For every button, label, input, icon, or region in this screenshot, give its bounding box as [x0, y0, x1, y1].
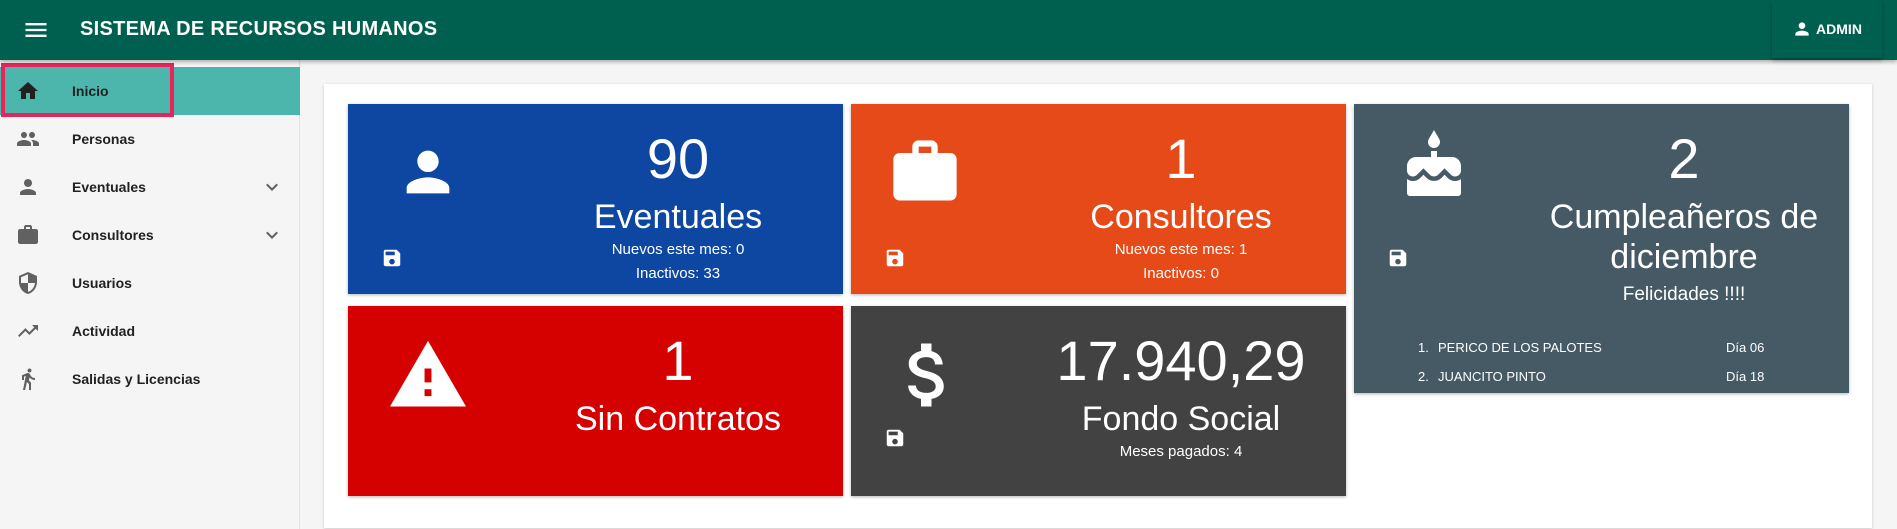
no-contracts-count: 1	[662, 329, 694, 392]
sidebar-item-salidas-licencias[interactable]: Salidas y Licencias	[0, 355, 300, 403]
consultores-inactive-count: Inactivos: 0	[1143, 265, 1219, 282]
sidebar-item-usuarios[interactable]: Usuarios	[0, 259, 300, 307]
cake-icon	[1407, 130, 1461, 196]
birthdays-count: 2	[1668, 127, 1700, 190]
save-icon[interactable]	[1387, 247, 1409, 269]
sidebar-item-actividad[interactable]: Actividad	[0, 307, 300, 355]
birthdays-tile[interactable]: 2 Cumpleañeros de diciembre Felicidades …	[1354, 104, 1849, 393]
consultores-new-count: Nuevos este mes: 1	[1114, 241, 1248, 258]
sidebar-item-label: Consultores	[72, 227, 154, 243]
sidebar-item-label: Usuarios	[72, 275, 132, 291]
chevron-down-icon[interactable]	[260, 223, 284, 247]
account-icon	[1795, 22, 1809, 36]
eventuales-label: Eventuales	[593, 198, 763, 236]
warning-icon	[390, 340, 466, 407]
people-icon	[17, 132, 39, 146]
save-icon[interactable]	[381, 247, 403, 269]
no-contracts-label: Sin Contratos	[575, 400, 781, 438]
sidebar-item-inicio[interactable]: Inicio	[0, 67, 300, 115]
eventuales-new-count: Nuevos este mes: 0	[611, 241, 745, 258]
shield-icon	[19, 272, 37, 294]
walking-icon	[22, 368, 35, 390]
birthdays-label-line2: diciembre	[1610, 238, 1758, 276]
trending-up-icon	[18, 325, 38, 337]
eventuales-tile[interactable]: 90 Eventuales Nuevos este mes: 0 Inactiv…	[348, 104, 843, 294]
birthdays-label-line1: Cumpleañeros de	[1549, 198, 1819, 236]
admin-user-button[interactable]: ADMIN	[1772, 0, 1882, 58]
social-fund-label: Fondo Social	[1081, 400, 1281, 438]
eventuales-inactive-count: Inactivos: 33	[635, 265, 721, 282]
birthday-list-name: PERICO DE LOS PALOTES	[1438, 340, 1602, 355]
no-contracts-tile[interactable]: 1 Sin Contratos	[348, 306, 843, 496]
sidebar-item-label: Actividad	[72, 323, 136, 339]
eventuales-count: 90	[646, 127, 710, 190]
menu-icon[interactable]	[20, 16, 52, 44]
sidebar-item-personas[interactable]: Personas	[0, 115, 300, 163]
birthdays-greeting: Felicidades !!!!	[1622, 284, 1746, 305]
social-fund-amount: 17.940,29	[1056, 329, 1306, 392]
briefcase-icon	[18, 225, 38, 244]
social-fund-tile[interactable]: 17.940,29 Fondo Social Meses pagados: 4	[851, 306, 1346, 496]
consultores-count: 1	[1165, 127, 1197, 190]
chevron-down-icon[interactable]	[260, 175, 284, 199]
sidebar-item-label: Eventuales	[72, 179, 146, 195]
dollar-icon	[908, 343, 944, 407]
social-fund-months-paid: Meses pagados: 4	[1119, 443, 1243, 460]
consultores-tile[interactable]: 1 Consultores Nuevos este mes: 1 Inactiv…	[851, 104, 1346, 294]
sidebar-item-eventuales[interactable]: Eventuales	[0, 163, 300, 211]
save-icon[interactable]	[884, 247, 906, 269]
birthday-list-name: JUANCITO PINTO	[1438, 369, 1546, 384]
person-icon	[406, 150, 450, 194]
sidebar: Inicio Personas Eventuales Consultores U…	[0, 60, 300, 529]
sidebar-item-consultores[interactable]: Consultores	[0, 211, 300, 259]
birthday-list-number: 1.	[1418, 340, 1429, 355]
app-title: SISTEMA DE RECURSOS HUMANOS	[80, 18, 438, 40]
home-icon	[18, 82, 38, 99]
app-bar: SISTEMA DE RECURSOS HUMANOS ADMIN	[0, 0, 1897, 60]
briefcase-icon	[893, 140, 957, 201]
birthday-list-number: 2.	[1418, 369, 1429, 384]
admin-label: ADMIN	[1816, 21, 1862, 37]
sidebar-item-label: Inicio	[72, 83, 109, 99]
sidebar-item-label: Salidas y Licencias	[72, 371, 201, 387]
consultores-label: Consultores	[1090, 198, 1272, 236]
birthday-list-day: Día 18	[1726, 369, 1765, 384]
birthday-list-day: Día 06	[1726, 340, 1765, 355]
save-icon[interactable]	[884, 427, 906, 449]
person-icon	[20, 179, 36, 195]
sidebar-item-label: Personas	[72, 131, 136, 147]
